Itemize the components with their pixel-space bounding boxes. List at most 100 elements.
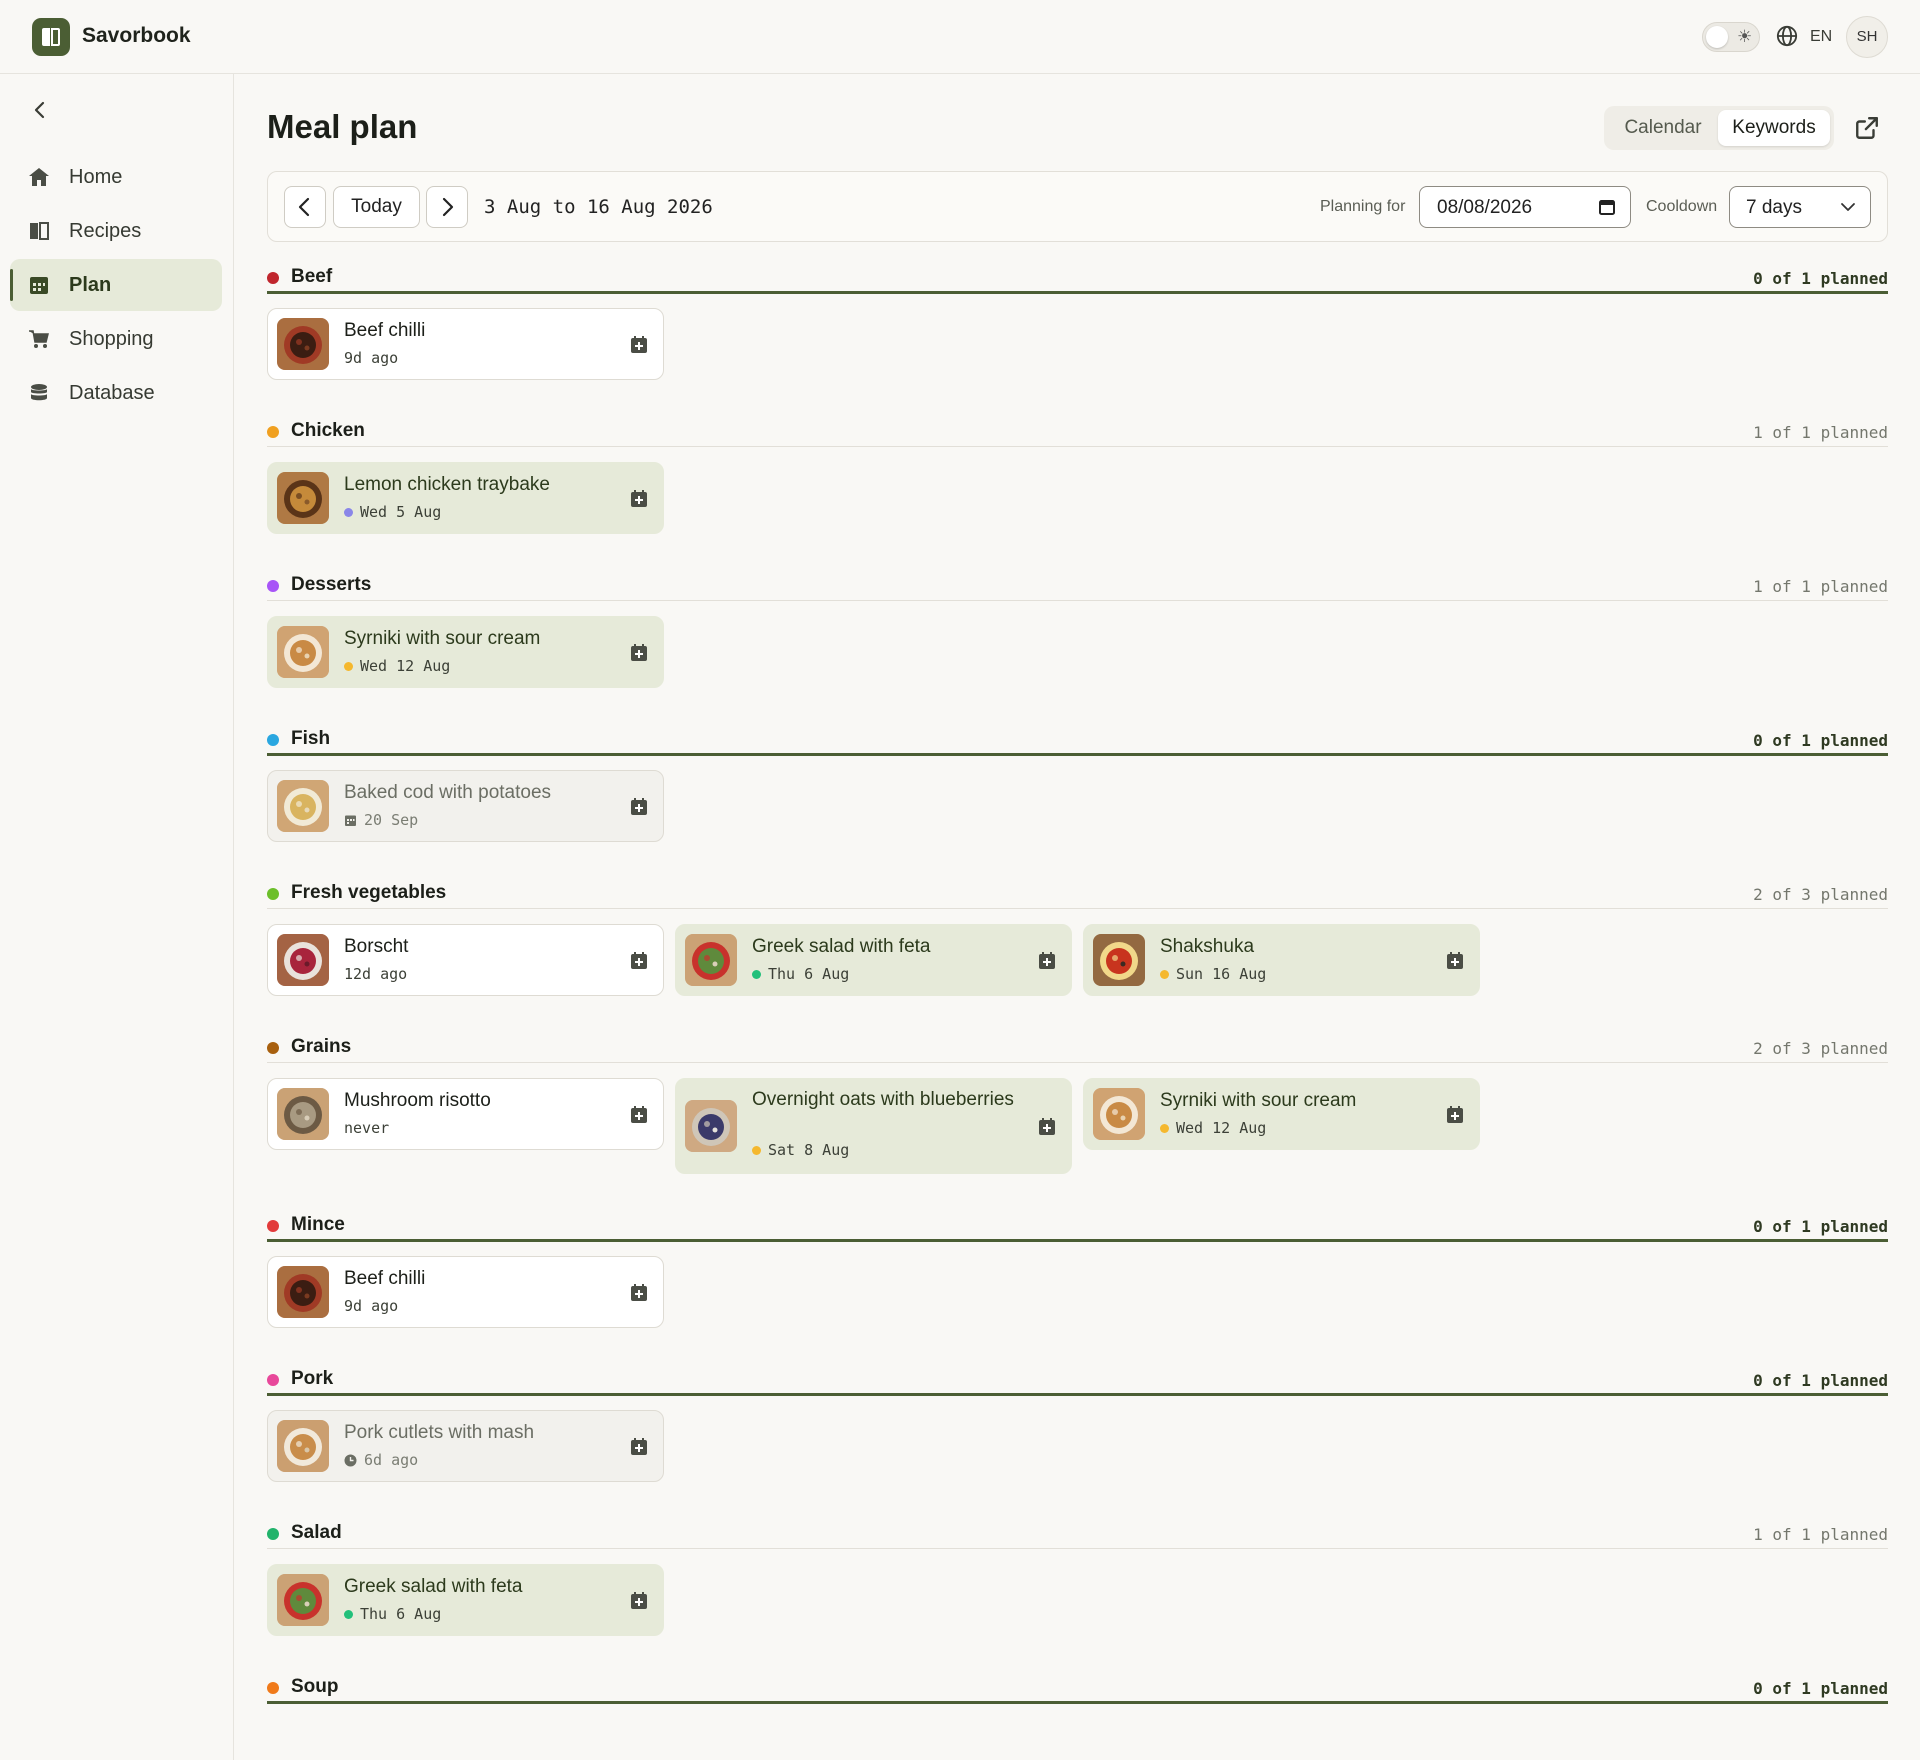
- sidebar-item-database[interactable]: Database: [10, 367, 222, 419]
- sidebar-item-label: Home: [69, 166, 123, 188]
- recipe-thumbnail: [277, 1420, 329, 1472]
- recipe-name[interactable]: Syrniki with sour cream: [1160, 1088, 1440, 1114]
- tab-calendar[interactable]: Calendar: [1608, 110, 1718, 146]
- recipe-name[interactable]: Greek salad with feta: [752, 934, 1032, 960]
- theme-toggle[interactable]: ☀: [1702, 22, 1760, 52]
- add-to-plan-icon[interactable]: [1445, 951, 1465, 971]
- next-period-button[interactable]: [426, 186, 468, 228]
- page-title: Meal plan: [267, 108, 418, 145]
- recipe-thumbnail: [1093, 1088, 1145, 1140]
- database-icon: [28, 383, 50, 403]
- add-to-plan-icon[interactable]: [629, 1591, 649, 1611]
- add-to-plan-icon[interactable]: [629, 951, 649, 971]
- section-header: Chicken 1 of 1 planned: [267, 414, 1888, 450]
- add-to-plan-icon[interactable]: [629, 1105, 649, 1125]
- recipe-card[interactable]: Lemon chicken traybake Wed 5 Aug: [267, 462, 664, 534]
- add-to-plan-icon[interactable]: [629, 1437, 649, 1457]
- recipe-card[interactable]: Greek salad with feta Thu 6 Aug: [675, 924, 1072, 996]
- plan-toolbar: Today 3 Aug to 16 Aug 2026 Planning for …: [267, 171, 1888, 242]
- recipe-card[interactable]: Beef chilli 9d ago: [267, 308, 664, 380]
- avatar[interactable]: SH: [1846, 16, 1888, 58]
- recipe-name[interactable]: Beef chilli: [344, 318, 624, 344]
- section-divider: [267, 446, 1888, 447]
- recipe-name[interactable]: Mushroom risotto: [344, 1088, 624, 1114]
- section-divider: [267, 1548, 1888, 1549]
- top-bar: Savorbook ☀ EN SH: [0, 0, 1920, 74]
- add-to-plan-icon[interactable]: [629, 643, 649, 663]
- add-to-plan-icon[interactable]: [629, 335, 649, 355]
- planned-count: 0 of 1 planned: [1753, 269, 1888, 288]
- add-to-plan-icon[interactable]: [1445, 1105, 1465, 1125]
- section-title: Desserts: [291, 574, 372, 595]
- recipe-card[interactable]: Borscht 12d ago: [267, 924, 664, 996]
- recipe-name[interactable]: Lemon chicken traybake: [344, 472, 624, 498]
- planned-day-dot: [1160, 1124, 1169, 1133]
- calendar-icon: [28, 275, 50, 295]
- view-switcher: Calendar Keywords: [1604, 106, 1834, 150]
- planning-date-input[interactable]: 08/08/2026: [1419, 186, 1631, 228]
- planning-for-label: Planning for: [1320, 198, 1406, 215]
- recipe-card[interactable]: Baked cod with potatoes 20 Sep: [267, 770, 664, 842]
- recipe-meta-text: Sun 16 Aug: [1176, 965, 1267, 983]
- section-title: Chicken: [291, 420, 365, 441]
- keyword-color-dot: [267, 1374, 279, 1386]
- planned-day-dot: [344, 1610, 353, 1619]
- recipe-thumbnail: [277, 318, 329, 370]
- recipe-name[interactable]: Shakshuka: [1160, 934, 1440, 960]
- recipe-name[interactable]: Overnight oats with blueberries: [752, 1087, 1032, 1113]
- add-to-plan-icon[interactable]: [629, 489, 649, 509]
- recipe-name[interactable]: Borscht: [344, 934, 624, 960]
- recipe-name[interactable]: Greek salad with feta: [344, 1574, 624, 1600]
- recipe-meta-text: Sat 8 Aug: [768, 1141, 850, 1159]
- sidebar-item-label: Plan: [69, 274, 112, 296]
- recipe-card[interactable]: Mushroom risotto never: [267, 1078, 664, 1150]
- recipe-name[interactable]: Pork cutlets with mash: [344, 1420, 624, 1446]
- planned-count: 0 of 1 planned: [1753, 1371, 1888, 1390]
- app-name[interactable]: Savorbook: [82, 24, 191, 48]
- sidebar-item-shopping[interactable]: Shopping: [10, 313, 222, 365]
- today-button[interactable]: Today: [333, 186, 420, 228]
- keyword-section: Salad 1 of 1 planned Greek salad with feta…: [267, 1516, 1888, 1636]
- section-title: Mince: [291, 1214, 345, 1235]
- cooldown-select[interactable]: 7 days: [1729, 186, 1871, 228]
- keyword-section: Soup 0 of 1 planned: [267, 1670, 1888, 1706]
- keyword-section: Chicken 1 of 1 planned Lemon chicken trayb…: [267, 414, 1888, 534]
- recipe-name[interactable]: Syrniki with sour cream: [344, 626, 624, 652]
- globe-icon[interactable]: [1776, 25, 1798, 47]
- recipe-card[interactable]: Greek salad with feta Thu 6 Aug: [267, 1564, 664, 1636]
- keyword-color-dot: [267, 1220, 279, 1232]
- section-header: Grains 2 of 3 planned: [267, 1030, 1888, 1066]
- recipe-name[interactable]: Beef chilli: [344, 1266, 624, 1292]
- add-to-plan-icon[interactable]: [629, 797, 649, 817]
- sidebar-item-home[interactable]: Home: [10, 151, 222, 203]
- language-switch[interactable]: EN: [1810, 28, 1832, 46]
- recipe-card[interactable]: Syrniki with sour cream Wed 12 Aug: [267, 616, 664, 688]
- recipe-card[interactable]: Syrniki with sour cream Wed 12 Aug: [1083, 1078, 1480, 1150]
- recipe-card[interactable]: Beef chilli 9d ago: [267, 1256, 664, 1328]
- add-to-plan-icon[interactable]: [1037, 1117, 1057, 1137]
- calendar-icon[interactable]: [1598, 198, 1616, 216]
- add-to-plan-icon[interactable]: [1037, 951, 1057, 971]
- book-icon: [28, 221, 50, 241]
- sidebar-item-plan[interactable]: Plan: [10, 259, 222, 311]
- recipe-meta-text: Wed 12 Aug: [1176, 1119, 1267, 1137]
- external-link-icon[interactable]: [1854, 115, 1880, 141]
- previous-period-button[interactable]: [284, 186, 326, 228]
- planned-day-dot: [344, 662, 353, 671]
- planned-count: 1 of 1 planned: [1753, 577, 1888, 596]
- tab-keywords[interactable]: Keywords: [1718, 110, 1830, 146]
- collapse-sidebar-icon[interactable]: [26, 96, 54, 124]
- recipe-meta: 12d ago: [344, 965, 407, 983]
- add-to-plan-icon[interactable]: [629, 1283, 649, 1303]
- section-header: Soup 0 of 1 planned: [267, 1670, 1888, 1706]
- keyword-color-dot: [267, 426, 279, 438]
- recipe-name[interactable]: Baked cod with potatoes: [344, 780, 624, 806]
- recipe-card[interactable]: Pork cutlets with mash 6d ago: [267, 1410, 664, 1482]
- sidebar-item-recipes[interactable]: Recipes: [10, 205, 222, 257]
- section-title: Soup: [291, 1676, 339, 1697]
- recipe-card[interactable]: Shakshuka Sun 16 Aug: [1083, 924, 1480, 996]
- sidebar-item-label: Database: [69, 382, 155, 404]
- logo-icon[interactable]: [32, 18, 70, 56]
- recipe-card[interactable]: Overnight oats with blueberries Sat 8 Aug: [675, 1078, 1072, 1174]
- recipe-meta: never: [344, 1119, 389, 1137]
